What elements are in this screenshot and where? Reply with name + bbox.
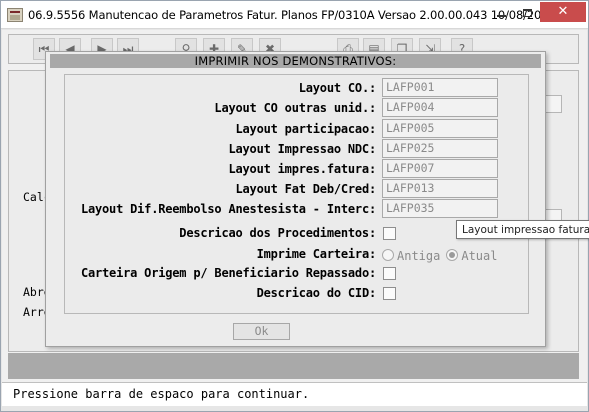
layout-co-label: Layout CO.: <box>298 81 376 95</box>
layout-fatura-row: Layout impres.fatura: LAFP007 <box>46 159 546 178</box>
close-button[interactable]: ✕ <box>540 2 586 22</box>
app-icon <box>7 8 23 22</box>
print-options-dialog: IMPRIMIR NOS DEMONSTRATIVOS: Layout CO.:… <box>45 51 546 347</box>
descricao-cid-row: Descricao do CID: <box>46 284 546 302</box>
status-message: Pressione barra de espaco para continuar… <box>13 387 310 401</box>
tooltip: Layout impressao fatura di <box>456 220 589 239</box>
dialog-title: IMPRIMIR NOS DEMONSTRATIVOS: <box>50 54 541 68</box>
title-bar: 06.9.5556 Manutencao de Parametros Fatur… <box>1 1 588 29</box>
imprime-carteira-label: Imprime Carteira: <box>256 247 377 261</box>
layout-reembolso-label: Layout Dif.Reembolso Anestesista - Inter… <box>80 202 376 216</box>
layout-fatura-field[interactable]: LAFP007 <box>382 159 498 178</box>
ok-button[interactable]: Ok <box>233 323 290 340</box>
close-icon: ✕ <box>557 4 569 19</box>
imprime-carteira-radio-group: Antiga Atual <box>382 245 503 263</box>
carteira-origem-row: Carteira Origem p/ Beneficiario Repassad… <box>46 264 546 282</box>
radio-atual-label: Atual <box>461 248 498 263</box>
layout-participacao-row: Layout participacao: LAFP005 <box>46 119 546 138</box>
layout-ndc-field[interactable]: LAFP025 <box>382 139 498 158</box>
lower-band <box>8 353 579 379</box>
background-field <box>544 95 562 113</box>
layout-participacao-field[interactable]: LAFP005 <box>382 119 498 138</box>
layout-debcred-label: Layout Fat Deb/Cred: <box>235 182 377 196</box>
layout-co-field[interactable]: LAFP001 <box>382 78 498 97</box>
descricao-procedimentos-checkbox[interactable] <box>383 227 396 240</box>
status-bar: Pressione barra de espaco para continuar… <box>2 382 587 406</box>
maximize-icon <box>522 8 532 17</box>
maximize-button[interactable] <box>514 2 540 22</box>
radio-atual[interactable] <box>446 248 459 261</box>
descricao-cid-label: Descricao do CID: <box>256 286 377 300</box>
minimize-icon <box>496 14 506 17</box>
layout-reembolso-row: Layout Dif.Reembolso Anestesista - Inter… <box>46 199 546 218</box>
layout-ndc-label: Layout Impressao NDC: <box>228 142 376 156</box>
layout-fatura-label: Layout impres.fatura: <box>228 162 376 176</box>
layout-ndc-row: Layout Impressao NDC: LAFP025 <box>46 139 546 158</box>
layout-co-outras-field[interactable]: LAFP004 <box>382 98 498 117</box>
carteira-origem-label: Carteira Origem p/ Beneficiario Repassad… <box>80 266 376 280</box>
radio-antiga[interactable] <box>382 248 394 261</box>
layout-co-outras-row: Layout CO outras unid.: LAFP004 <box>46 98 546 117</box>
layout-co-row: Layout CO.: LAFP001 <box>46 78 546 97</box>
layout-debcred-field[interactable]: LAFP013 <box>382 179 498 198</box>
descricao-cid-checkbox[interactable] <box>383 287 396 300</box>
minimize-button[interactable] <box>488 2 514 22</box>
layout-participacao-label: Layout participacao: <box>235 122 377 136</box>
layout-debcred-row: Layout Fat Deb/Cred: LAFP013 <box>46 179 546 198</box>
layout-co-outras-label: Layout CO outras unid.: <box>214 101 376 115</box>
descricao-procedimentos-label: Descricao dos Procedimentos: <box>179 226 376 240</box>
window-title: 06.9.5556 Manutencao de Parametros Fatur… <box>28 8 564 22</box>
layout-reembolso-field[interactable]: LAFP035 <box>382 199 498 218</box>
radio-antiga-label: Antiga <box>397 248 441 263</box>
carteira-origem-checkbox[interactable] <box>383 267 396 280</box>
imprime-carteira-row: Imprime Carteira: Antiga Atual <box>46 245 546 263</box>
